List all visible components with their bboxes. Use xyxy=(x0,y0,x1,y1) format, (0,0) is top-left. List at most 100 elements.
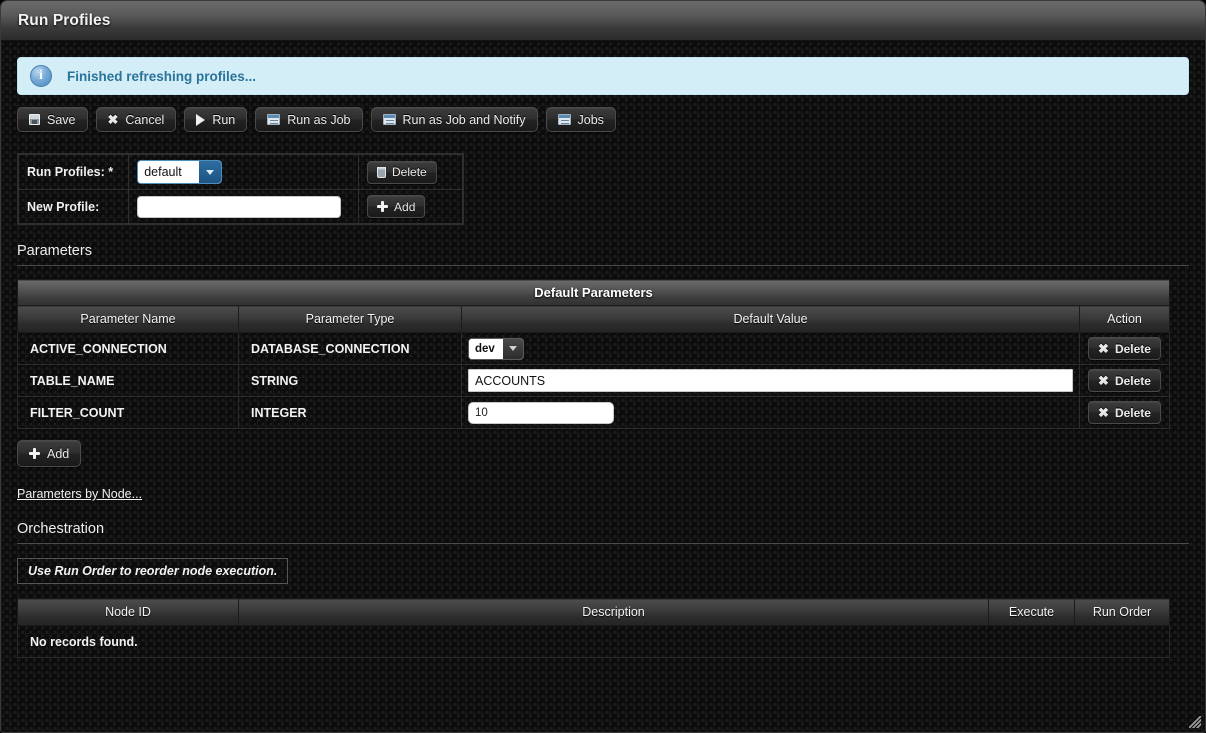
trash-icon xyxy=(377,166,387,178)
run-as-job-button-label: Run as Job xyxy=(287,112,351,127)
chevron-down-icon[interactable] xyxy=(503,338,523,359)
plus-icon xyxy=(377,201,389,212)
run-profiles-select-value: default xyxy=(138,161,200,183)
plus-icon xyxy=(29,448,40,459)
new-profile-add-cell: Add xyxy=(358,189,463,224)
column-run-order: Run Order xyxy=(1074,598,1170,626)
parameter-value-cell: dev xyxy=(461,332,1080,365)
new-profile-input-cell xyxy=(128,189,360,224)
column-parameter-type: Parameter Type xyxy=(238,305,462,333)
column-execute: Execute xyxy=(988,598,1075,626)
cancel-button[interactable]: ✖ Cancel xyxy=(95,107,177,132)
delete-parameter-button[interactable]: ✖ Delete xyxy=(1088,369,1161,392)
delete-parameter-button[interactable]: ✖ Delete xyxy=(1088,337,1161,360)
parameters-by-node-link[interactable]: Parameters by Node... xyxy=(17,487,142,501)
parameter-name-cell: ACTIVE_CONNECTION xyxy=(17,332,239,365)
add-parameter-button[interactable]: Add xyxy=(17,440,82,467)
column-description: Description xyxy=(238,598,989,626)
column-parameter-name: Parameter Name xyxy=(17,305,239,333)
page-body: i Finished refreshing profiles... Save ✖… xyxy=(1,42,1205,732)
delete-parameter-button-label: Delete xyxy=(1114,341,1151,356)
new-profile-input[interactable] xyxy=(137,195,342,218)
run-button[interactable]: Run xyxy=(184,107,248,132)
table-row: TABLE_NAME STRING ✖ Delete xyxy=(17,364,1170,397)
orchestration-empty-row: No records found. xyxy=(17,625,1170,658)
delete-parameter-button-label: Delete xyxy=(1114,405,1151,420)
parameters-table-caption-row: Default Parameters xyxy=(17,279,1170,306)
parameter-type-cell: DATABASE_CONNECTION xyxy=(238,332,462,365)
parameters-table-caption: Default Parameters xyxy=(17,279,1170,306)
info-icon: i xyxy=(30,65,52,87)
orchestration-hint: Use Run Order to reorder node execution. xyxy=(17,558,289,584)
play-icon xyxy=(196,113,206,126)
active-connection-select[interactable]: dev xyxy=(468,337,524,360)
delete-parameter-button-label: Delete xyxy=(1114,373,1151,388)
action-toolbar: Save ✖ Cancel Run Run as Job Run as Job … xyxy=(17,107,1189,132)
parameters-table-header-row: Parameter Name Parameter Type Default Va… xyxy=(17,305,1170,333)
jobs-button-label: Jobs xyxy=(577,112,604,127)
run-profiles-label: Run Profiles: * xyxy=(17,154,130,190)
new-profile-row: New Profile: Add xyxy=(17,189,463,224)
delete-profile-button-label: Delete xyxy=(392,165,427,179)
parameters-table: Default Parameters Parameter Name Parame… xyxy=(17,279,1170,429)
parameter-action-cell: ✖ Delete xyxy=(1079,396,1170,429)
application-icon xyxy=(557,114,571,125)
run-profile-row: Run Profiles: * default Delete xyxy=(17,154,463,190)
add-profile-button-label: Add xyxy=(394,199,416,214)
save-icon xyxy=(29,114,40,125)
run-profile-delete-cell: Delete xyxy=(358,154,463,190)
jobs-button[interactable]: Jobs xyxy=(545,107,616,132)
application-icon xyxy=(267,114,281,125)
parameter-action-cell: ✖ Delete xyxy=(1079,332,1170,365)
active-connection-select-value: dev xyxy=(469,338,503,359)
delete-profile-button[interactable]: Delete xyxy=(367,160,437,184)
run-profiles-window: Run Profiles i Finished refreshing profi… xyxy=(0,0,1206,733)
chevron-down-icon[interactable] xyxy=(199,161,222,183)
delete-parameter-button[interactable]: ✖ Delete xyxy=(1088,401,1161,424)
run-as-job-button[interactable]: Run as Job xyxy=(255,107,363,132)
application-icon xyxy=(382,114,396,125)
table-row: ACTIVE_CONNECTION DATABASE_CONNECTION de… xyxy=(17,332,1170,365)
table-row: FILTER_COUNT INTEGER ✖ Delete xyxy=(17,396,1170,429)
save-button-label: Save xyxy=(47,112,76,127)
run-profiles-select-cell: default xyxy=(128,154,360,190)
close-icon: ✖ xyxy=(1098,341,1109,356)
add-parameter-button-label: Add xyxy=(47,446,70,461)
resize-grip[interactable] xyxy=(1189,716,1201,728)
new-profile-label: New Profile: xyxy=(17,189,130,224)
parameter-value-cell xyxy=(461,396,1080,429)
orchestration-table: Node ID Description Execute Run Order No… xyxy=(17,598,1170,658)
add-profile-button[interactable]: Add xyxy=(367,195,426,218)
orchestration-heading: Orchestration xyxy=(17,521,1189,544)
run-as-job-and-notify-button[interactable]: Run as Job and Notify xyxy=(370,107,538,132)
status-message-bar: i Finished refreshing profiles... xyxy=(17,57,1189,95)
parameter-type-cell: STRING xyxy=(238,364,462,397)
close-icon: ✖ xyxy=(1098,373,1109,388)
run-profiles-select[interactable]: default xyxy=(137,160,223,184)
run-profile-form: Run Profiles: * default Delete New Profi… xyxy=(17,153,464,225)
parameter-action-cell: ✖ Delete xyxy=(1079,364,1170,397)
table-name-input[interactable] xyxy=(468,369,1073,392)
close-icon: ✖ xyxy=(107,112,119,127)
parameter-name-cell: FILTER_COUNT xyxy=(17,396,239,429)
parameters-add-row: Add xyxy=(17,440,1189,467)
parameters-heading: Parameters xyxy=(17,243,1189,266)
status-message-text: Finished refreshing profiles... xyxy=(67,68,257,84)
cancel-button-label: Cancel xyxy=(125,112,165,127)
window-titlebar: Run Profiles xyxy=(1,1,1205,41)
filter-count-input[interactable] xyxy=(468,401,614,424)
orchestration-empty-cell: No records found. xyxy=(17,625,1170,658)
column-action: Action xyxy=(1079,305,1170,333)
close-icon: ✖ xyxy=(1098,405,1109,420)
parameter-value-cell xyxy=(461,364,1080,397)
run-button-label: Run xyxy=(212,112,236,127)
parameter-name-cell: TABLE_NAME xyxy=(17,364,239,397)
column-default-value: Default Value xyxy=(461,305,1080,333)
page-title: Run Profiles xyxy=(18,11,111,29)
save-button[interactable]: Save xyxy=(17,107,88,132)
orchestration-table-header-row: Node ID Description Execute Run Order xyxy=(17,598,1170,626)
run-as-job-and-notify-button-label: Run as Job and Notify xyxy=(402,112,526,127)
no-records-text: No records found. xyxy=(30,634,138,649)
column-node-id: Node ID xyxy=(17,598,239,626)
parameter-type-cell: INTEGER xyxy=(238,396,462,429)
